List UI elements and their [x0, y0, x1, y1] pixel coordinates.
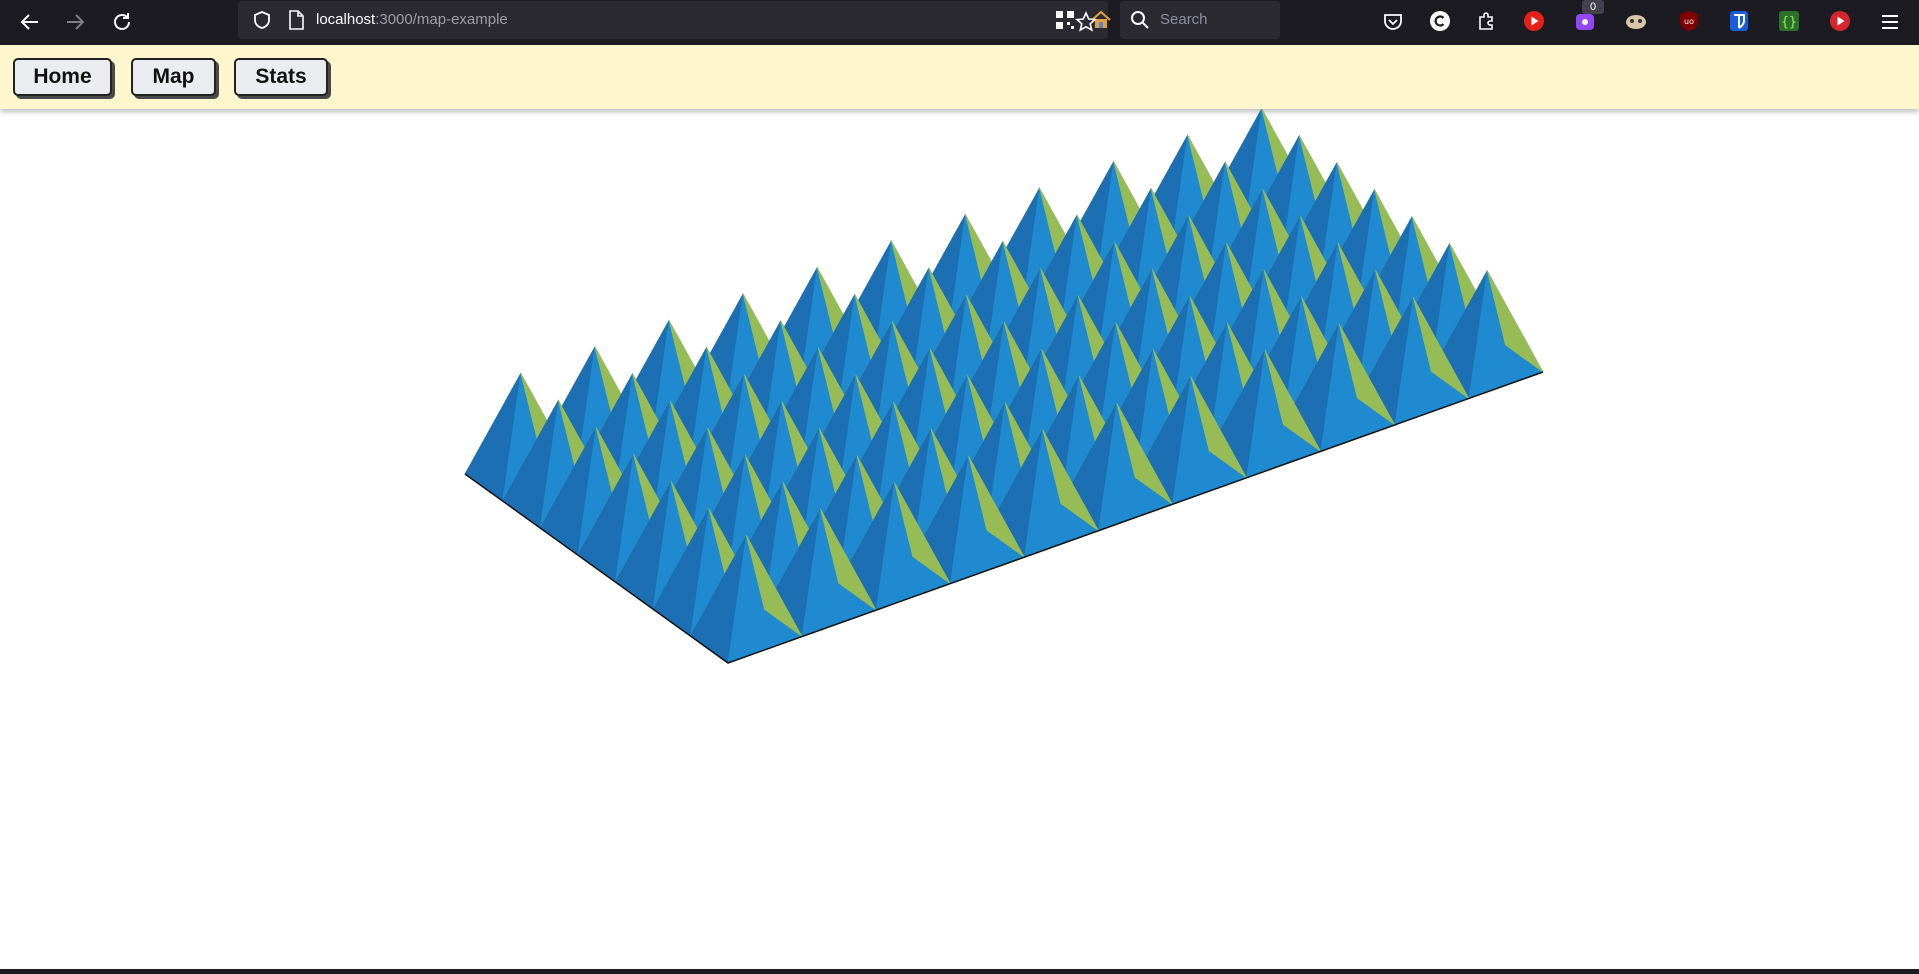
pocket-icon[interactable]: [1380, 8, 1406, 34]
bitwarden-icon[interactable]: [1726, 8, 1752, 34]
account-c-icon[interactable]: [1427, 8, 1453, 34]
stats-button[interactable]: Stats: [234, 58, 328, 96]
url-bar[interactable]: localhost:3000/map-example: [238, 1, 1111, 39]
svg-text:{}: {}: [1781, 15, 1797, 30]
page-icon[interactable]: [278, 2, 314, 38]
app-header: Home Map Stats: [0, 45, 1919, 109]
menu-hamburger-icon[interactable]: [1872, 4, 1908, 40]
browser-toolbar: localhost:3000/map-example Search 0 uo {…: [0, 0, 1919, 45]
search-placeholder: Search: [1160, 11, 1208, 28]
youtube-icon[interactable]: [1521, 8, 1547, 34]
tracking-shield-icon[interactable]: [244, 2, 280, 38]
map-button[interactable]: Map: [131, 58, 216, 96]
mascot-extension-icon[interactable]: [1623, 8, 1649, 34]
bookmark-star-icon[interactable]: [1068, 4, 1104, 40]
forward-arrow-icon[interactable]: [57, 4, 93, 40]
url-host: localhost: [316, 11, 376, 28]
pyramid-grid: [464, 109, 1544, 664]
pyramid-map[interactable]: [0, 109, 1919, 969]
svg-text:uo: uo: [1684, 17, 1694, 26]
extensions-puzzle-icon[interactable]: [1473, 8, 1499, 34]
reload-icon[interactable]: [104, 4, 140, 40]
url-path: :3000/map-example: [375, 11, 508, 28]
ublock-icon[interactable]: uo: [1676, 8, 1702, 34]
extension-badge: 0: [1582, 0, 1604, 14]
url-text: localhost:3000/map-example: [316, 1, 508, 39]
search-icon: [1122, 2, 1158, 38]
play-extension-icon[interactable]: [1827, 8, 1853, 34]
home-button[interactable]: Home: [13, 58, 112, 96]
search-input[interactable]: Search: [1120, 1, 1280, 39]
window-bottom-edge: [0, 969, 1919, 974]
json-braces-icon[interactable]: {}: [1776, 8, 1802, 34]
back-arrow-icon[interactable]: [12, 4, 48, 40]
